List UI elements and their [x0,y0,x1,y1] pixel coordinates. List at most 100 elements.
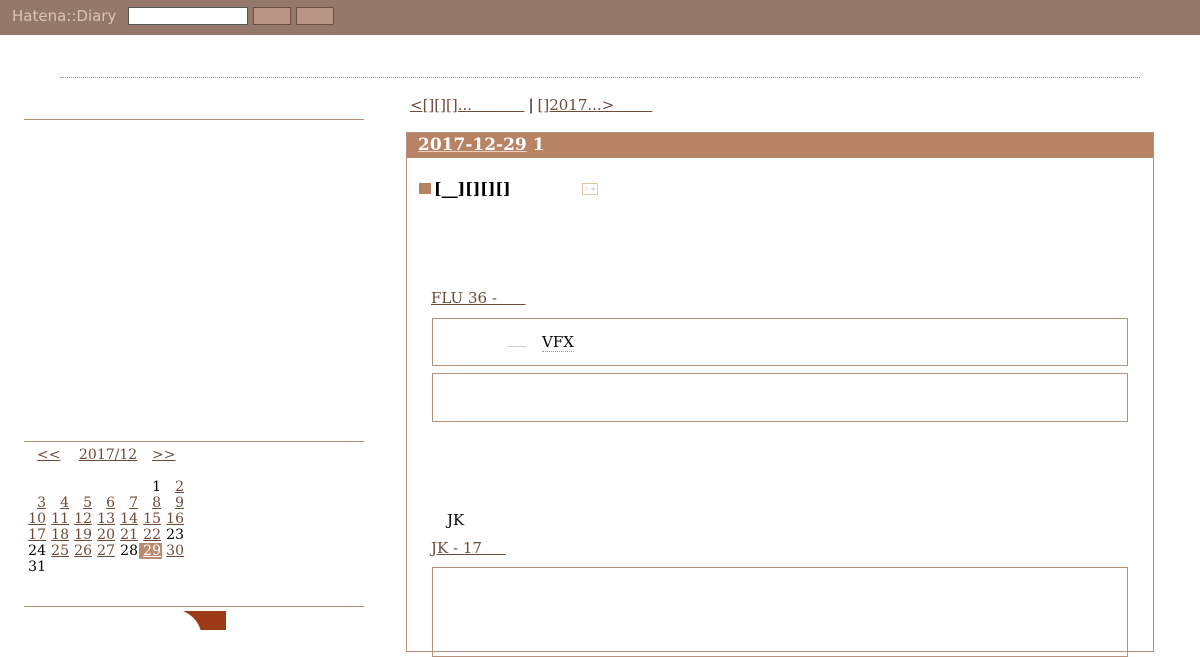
calendar-empty-cell [116,559,139,575]
calendar-prev-link[interactable]: << [37,447,60,463]
calendar-day-link[interactable]: 16 [166,511,184,527]
calendar-day-link[interactable]: 25 [51,543,69,559]
add-star-icon[interactable]: ☆+ [582,183,598,195]
calendar-day-link[interactable]: 22 [143,527,161,543]
calendar-day: 24 [28,543,46,559]
calendar-day: 2 [162,479,185,495]
calendar-empty-cell [24,479,47,495]
calendar-day-link[interactable]: 2 [175,479,184,495]
calendar-week: 31 [24,559,185,575]
calendar-day-link[interactable]: 5 [83,495,92,511]
calendar-day-link[interactable]: 11 [51,511,69,527]
quote-box [432,373,1128,422]
hatena-diary-logo[interactable]: Hatena::Diary [12,7,116,25]
calendar-day-link[interactable]: 3 [37,495,46,511]
calendar-day-link[interactable]: 27 [97,543,115,559]
calendar-day: 11 [47,511,70,527]
calendar-day: 17 [24,527,47,543]
calendar-day: 25 [47,543,70,559]
calendar-day: 29 [139,543,162,559]
entry-link-jk[interactable]: JK - 17 [431,539,506,557]
calendar: 1 2 3 4 5 6 7 8 9 10 11 12 13 14 15 16 17 18 19 20 21 22 23 24 2… [24,479,185,575]
calendar-day-link[interactable]: 12 [74,511,92,527]
calendar-week: 24 25 26 27 28 29 30 [24,543,185,559]
vfx-keyword[interactable]: VFX [542,333,574,352]
calendar-day-link[interactable]: 18 [51,527,69,543]
calendar-empty-cell [139,559,162,575]
section-anchor[interactable] [419,183,431,194]
sidebar-divider [24,441,364,442]
jk-label: JK [447,511,465,529]
entry-link-flu[interactable]: FLU 36 - [431,289,526,307]
day-date-link[interactable]: 2017-12-29 [418,135,527,155]
sidebar-image[interactable] [162,611,226,630]
calendar-empty-cell [162,559,185,575]
hatena-toolbar: Hatena::Diary [0,0,1200,35]
calendar-day: 28 [120,543,138,559]
calendar-day: 4 [47,495,70,511]
sidebar-divider [24,606,364,607]
calendar-day-link[interactable]: 21 [120,527,138,543]
calendar-day-link[interactable]: 19 [74,527,92,543]
calendar-day-link[interactable]: 7 [129,495,138,511]
search-button[interactable] [253,7,291,25]
calendar-day: 23 [166,527,184,543]
prev-entries-link[interactable]: <[][][]... [410,96,524,114]
calendar-day-link[interactable]: 6 [106,495,115,511]
next-entries-label: []2017...> [537,96,615,114]
quote-link[interactable] [508,333,526,347]
calendar-week: 10 11 12 13 14 15 16 [24,511,185,527]
calendar-day-link[interactable]: 30 [166,543,184,559]
search-input[interactable] [128,7,248,25]
entry-link-flu-label: FLU 36 - [431,289,497,307]
calendar-day: 20 [93,527,116,543]
calendar-empty-cell [47,479,70,495]
calendar-day: 15 [139,511,162,527]
sidebar-divider [24,119,364,120]
day-entry-count: 1 [532,135,545,155]
section-title: [__][][][] [419,179,511,198]
header-divider [60,77,1140,78]
calendar-day: 31 [28,559,46,575]
diary-day: 2017-12-29 1 [__][][][] ☆+ FLU 36 - VFX J… [406,132,1154,657]
calendar-day: 18 [47,527,70,543]
calendar-day: 5 [70,495,93,511]
calendar-next-link[interactable]: >> [152,447,175,463]
calendar-day: 7 [116,495,139,511]
calendar-empty-cell [47,559,70,575]
calendar-empty-cell [93,479,116,495]
calendar-week: 17 18 19 20 21 22 23 [24,527,185,543]
calendar-day: 26 [70,543,93,559]
calendar-day-link[interactable]: 20 [97,527,115,543]
calendar-day-link[interactable]: 10 [28,511,46,527]
toolbar-button[interactable] [296,7,334,25]
calendar-day-link[interactable]: 8 [152,495,161,511]
quote-box: VFX [432,318,1128,366]
calendar-day-link[interactable]: 4 [60,495,69,511]
calendar-day-link[interactable]: 14 [120,511,138,527]
section-title-text: [__][][][] [434,179,511,198]
calendar-day-link[interactable]: 29 [143,543,161,559]
day-header: 2017-12-29 1 [407,133,1153,158]
calendar-day-link[interactable]: 15 [143,511,161,527]
next-entries-link[interactable]: []2017...> [538,96,653,114]
calendar-week: 12 [24,479,185,495]
calendar-day: 21 [116,527,139,543]
calendar-day-link[interactable]: 9 [175,495,184,511]
calendar-day: 22 [139,527,162,543]
calendar-day: 8 [139,495,162,511]
calendar-day-link[interactable]: 17 [28,527,46,543]
calendar-day: 9 [162,495,185,511]
calendar-empty-cell [93,559,116,575]
calendar-day: 1 [152,479,161,495]
prev-entries-label: <[][][]... [410,96,472,114]
calendar-day: 10 [24,511,47,527]
calendar-day-link[interactable]: 26 [74,543,92,559]
calendar-day: 6 [93,495,116,511]
calendar-day: 27 [93,543,116,559]
calendar-day: 13 [93,511,116,527]
calendar-month-link[interactable]: 2017/12 [79,447,137,463]
calendar-day: 3 [24,495,47,511]
calendar-day: 14 [116,511,139,527]
calendar-day-link[interactable]: 13 [97,511,115,527]
